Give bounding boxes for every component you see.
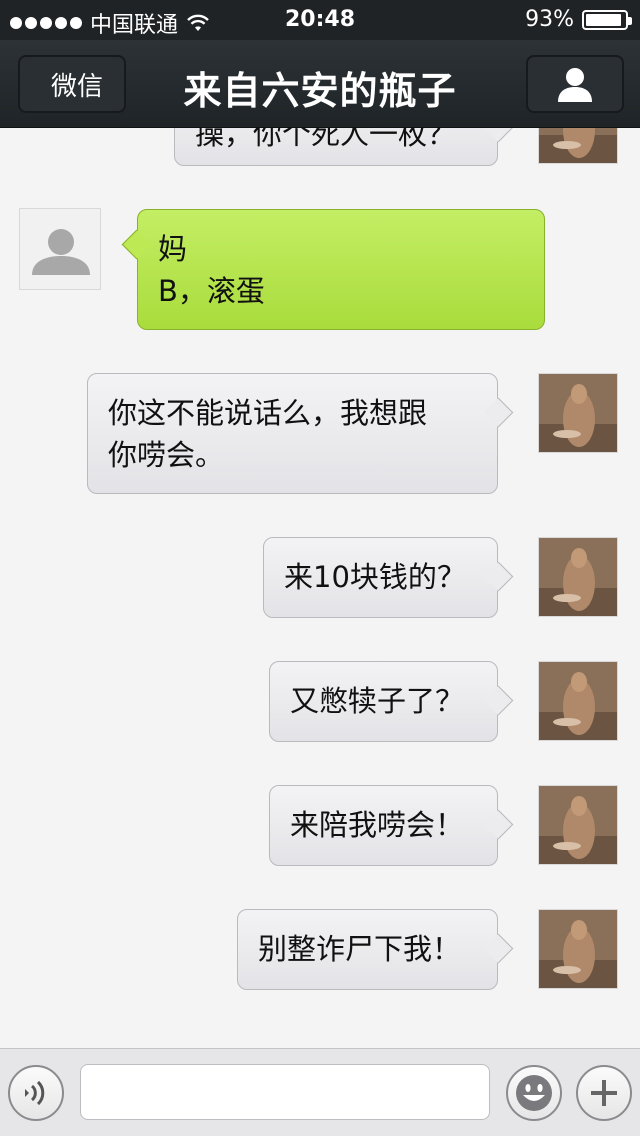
my-avatar[interactable] <box>538 785 618 865</box>
battery-icon <box>582 9 632 30</box>
status-bar: 中国联通 20:48 93% <box>0 0 640 40</box>
message-text-line: B，滚蛋 <box>158 274 265 308</box>
contact-avatar[interactable] <box>19 208 101 290</box>
message-text-line: 妈 <box>158 232 188 266</box>
message-bubble-outgoing[interactable]: 你这不能说话么，我想跟 你唠会。 <box>87 373 498 494</box>
message-text-line: 你这不能说话么，我想跟 <box>108 396 428 430</box>
message-text: 别整诈尸下我！ <box>258 932 462 966</box>
kangaroo-photo-avatar <box>539 662 617 740</box>
plus-button[interactable] <box>576 1065 632 1121</box>
emoji-button[interactable] <box>506 1065 562 1121</box>
kangaroo-photo-avatar <box>539 538 617 616</box>
plus-icon <box>591 1080 617 1106</box>
message-bubble-outgoing[interactable]: 操，你个死人一枚？ <box>174 128 498 166</box>
my-avatar[interactable] <box>538 661 618 741</box>
message-text: 来陪我唠会！ <box>290 808 465 842</box>
my-avatar[interactable] <box>538 128 618 164</box>
message-bubble-incoming[interactable]: 妈 B，滚蛋 <box>137 209 545 330</box>
my-avatar[interactable] <box>538 373 618 453</box>
message-text: 操，你个死人一枚？ <box>195 128 457 151</box>
my-avatar[interactable] <box>538 909 618 989</box>
kangaroo-photo-avatar <box>539 128 617 163</box>
voice-button[interactable] <box>8 1065 64 1121</box>
default-person-icon <box>20 209 100 289</box>
battery-fill <box>586 13 622 26</box>
message-bubble-outgoing[interactable]: 别整诈尸下我！ <box>237 909 498 990</box>
chat-area[interactable]: 操，你个死人一枚？ 妈 B，滚蛋 你这不能说话么，我想跟 你唠会。 来10块钱的… <box>0 128 640 1048</box>
message-bubble-outgoing[interactable]: 来10块钱的？ <box>263 537 498 618</box>
message-text-line: 你唠会。 <box>108 438 225 472</box>
battery-percent: 93% <box>525 7 574 32</box>
kangaroo-photo-avatar <box>539 374 617 452</box>
input-bar <box>0 1048 640 1136</box>
message-bubble-outgoing[interactable]: 来陪我唠会！ <box>269 785 498 866</box>
my-avatar[interactable] <box>538 537 618 617</box>
voice-icon <box>25 1080 45 1106</box>
message-bubble-outgoing[interactable]: 又憋犊子了？ <box>269 661 498 742</box>
status-right: 93% <box>525 7 632 32</box>
message-text: 又憋犊子了？ <box>290 684 465 718</box>
kangaroo-photo-avatar <box>539 786 617 864</box>
person-icon <box>558 68 592 102</box>
message-input[interactable] <box>80 1064 490 1120</box>
profile-button[interactable] <box>526 55 624 113</box>
emoji-icon <box>516 1075 552 1111</box>
message-text: 来10块钱的？ <box>284 560 466 594</box>
kangaroo-photo-avatar <box>539 910 617 988</box>
nav-bar: 微信 来自六安的瓶子 <box>0 40 640 128</box>
